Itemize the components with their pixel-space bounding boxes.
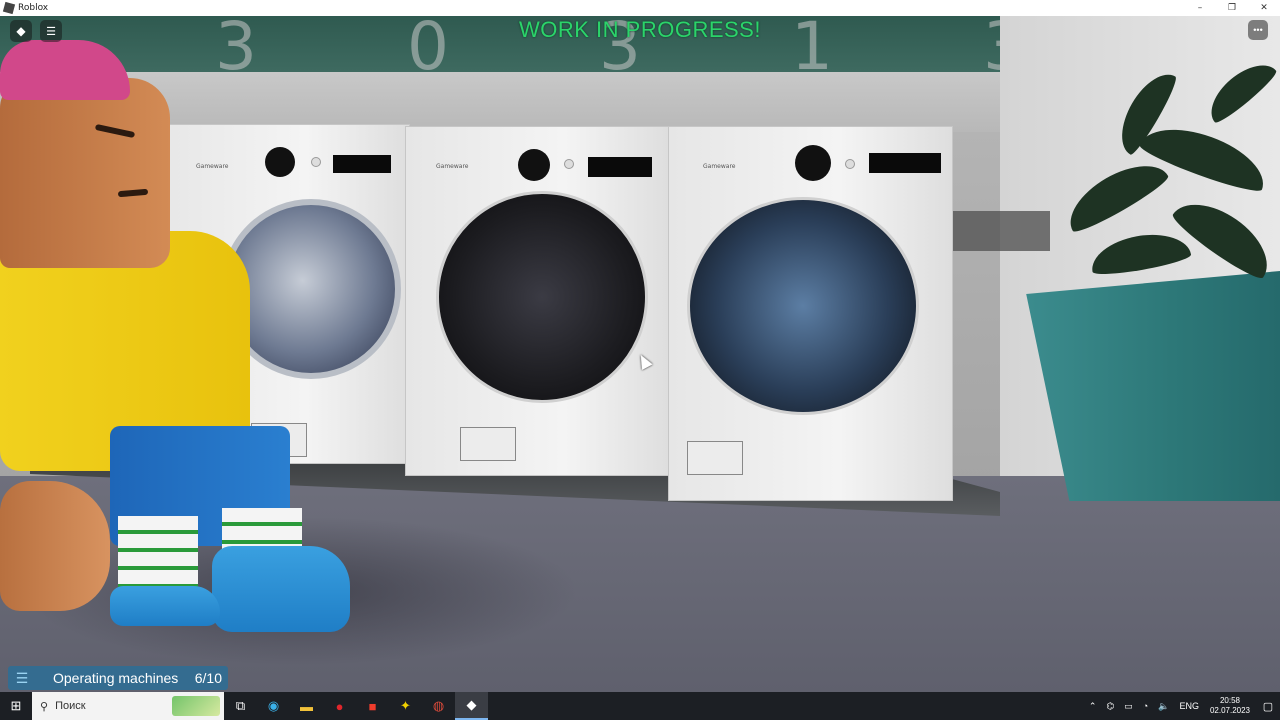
washer-brand: Gameware bbox=[703, 163, 736, 170]
search-placeholder: Поиск bbox=[55, 700, 86, 712]
washer-button[interactable] bbox=[845, 159, 855, 169]
close-button[interactable]: ✕ bbox=[1248, 0, 1280, 16]
washer-display bbox=[869, 153, 941, 173]
clock-time: 20:58 bbox=[1219, 696, 1240, 705]
quest-tracker[interactable]: ☰ Operating machines 6/10 bbox=[8, 666, 228, 690]
roblox-menu-icon[interactable]: ◆ bbox=[10, 20, 32, 42]
system-tray: ⌃ ⌬ ▭ ◔ 🔈 ENG 20:58 02.07.2023 ▢ bbox=[1084, 692, 1280, 720]
search-highlight-image bbox=[172, 696, 220, 716]
washer-brand: Gameware bbox=[436, 163, 469, 170]
search-icon: ⚲ bbox=[40, 700, 49, 713]
window-titlebar: Roblox – ❐ ✕ bbox=[0, 0, 1280, 16]
list-icon: ☰ bbox=[15, 669, 29, 686]
tray-volume-icon[interactable]: 🔈 bbox=[1158, 701, 1169, 712]
avatar-mouth bbox=[117, 188, 149, 198]
quest-label: Operating machines bbox=[53, 670, 179, 686]
avatar-hand bbox=[0, 481, 110, 611]
window-title: Roblox bbox=[18, 3, 49, 13]
file-explorer-icon[interactable]: ▬ bbox=[290, 692, 323, 720]
notification-icon[interactable]: ▢ bbox=[1256, 692, 1280, 720]
washer-button[interactable] bbox=[311, 157, 321, 167]
restore-button[interactable]: ❐ bbox=[1216, 0, 1248, 16]
language-indicator[interactable]: ENG bbox=[1179, 701, 1199, 711]
tray-network-icon[interactable]: ⌬ bbox=[1106, 701, 1114, 712]
app-icon[interactable]: ✦ bbox=[389, 692, 422, 720]
work-in-progress-banner: WORK IN PROGRESS! bbox=[519, 17, 761, 42]
avatar-eyebrow bbox=[94, 123, 136, 139]
washing-machine-3[interactable]: Gameware bbox=[668, 126, 953, 501]
washer-button[interactable] bbox=[564, 159, 574, 169]
roblox-icon[interactable]: ◆ bbox=[455, 692, 488, 720]
roblox-app-icon bbox=[2, 1, 16, 15]
washer-drawer[interactable] bbox=[460, 427, 516, 461]
yandex-icon[interactable]: ■ bbox=[356, 692, 389, 720]
opera-icon[interactable]: ● bbox=[323, 692, 356, 720]
washer-dial[interactable] bbox=[795, 145, 831, 181]
washer-display bbox=[588, 157, 652, 177]
washing-machine-2[interactable]: Gameware bbox=[405, 126, 670, 476]
washer-display bbox=[333, 155, 391, 173]
windows-taskbar: ⊞ ⚲ Поиск ⧉ ◉ ▬ ● ■ ✦ ◍ ◆ ⌃ ⌬ ▭ ◔ 🔈 ENG … bbox=[0, 692, 1280, 720]
tray-wifi-icon[interactable]: ◔ bbox=[1143, 701, 1148, 711]
washer-dial[interactable] bbox=[518, 149, 550, 181]
tray-device-icon[interactable]: ▭ bbox=[1124, 701, 1133, 712]
game-viewport[interactable]: 303132 Gameware Gameware Gameware bbox=[0, 16, 1280, 692]
avatar-shoe bbox=[212, 546, 350, 632]
washer-brand: Gameware bbox=[196, 163, 229, 170]
washer-dial[interactable] bbox=[265, 147, 295, 177]
avatar-shoe bbox=[110, 586, 220, 626]
edge-icon[interactable]: ◉ bbox=[257, 692, 290, 720]
start-button[interactable]: ⊞ bbox=[0, 692, 32, 720]
avatar-head bbox=[0, 78, 170, 268]
chrome-icon[interactable]: ◍ bbox=[422, 692, 455, 720]
washer-door-closed[interactable] bbox=[687, 197, 919, 415]
washer-door-closed[interactable] bbox=[436, 191, 648, 403]
washer-drawer[interactable] bbox=[687, 441, 743, 475]
chat-icon[interactable]: ☰ bbox=[40, 20, 62, 42]
window-controls: – ❐ ✕ bbox=[1184, 0, 1280, 16]
minimize-button[interactable]: – bbox=[1184, 0, 1216, 16]
task-view-icon[interactable]: ⧉ bbox=[224, 692, 257, 720]
wall-stripe bbox=[950, 211, 1050, 251]
clock[interactable]: 20:58 02.07.2023 bbox=[1210, 696, 1250, 716]
clock-date: 02.07.2023 bbox=[1209, 706, 1250, 715]
taskbar-search[interactable]: ⚲ Поиск bbox=[32, 692, 224, 720]
more-options-icon[interactable]: ••• bbox=[1248, 20, 1268, 40]
quest-progress: 6/10 bbox=[194, 670, 222, 686]
tray-chevron-icon[interactable]: ⌃ bbox=[1089, 701, 1097, 712]
